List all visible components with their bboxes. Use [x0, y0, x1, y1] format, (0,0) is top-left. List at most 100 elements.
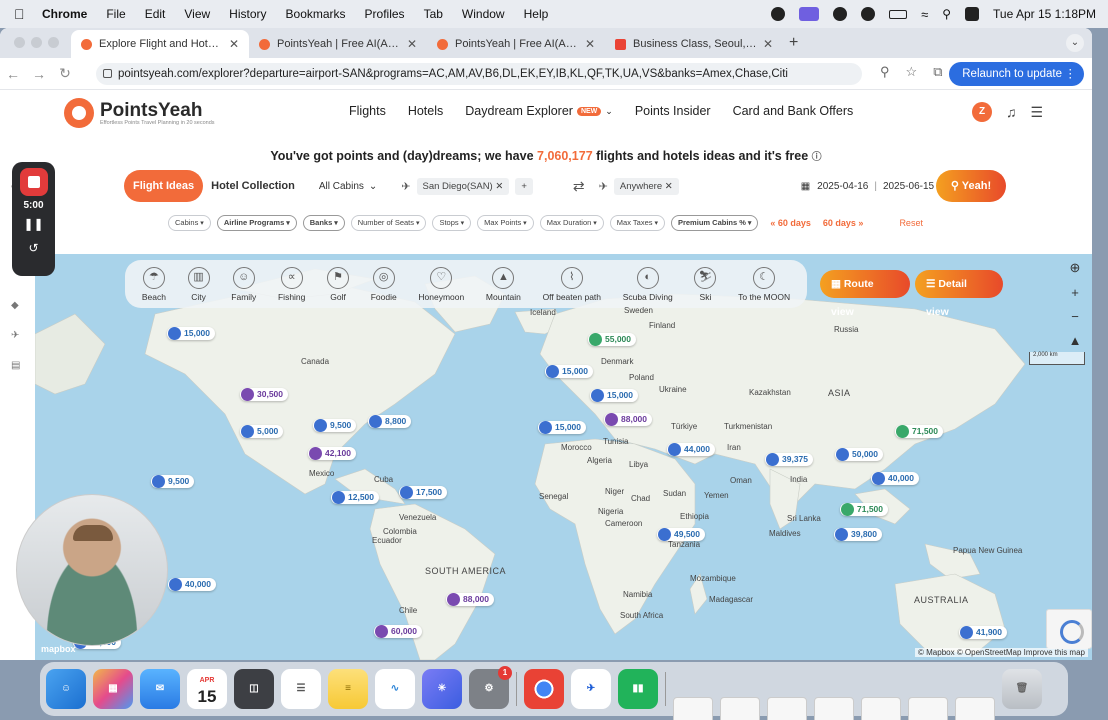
price-pin[interactable]: 71,500 [840, 503, 888, 516]
price-pin[interactable]: 41,900 [959, 626, 1007, 639]
category-city[interactable]: ▥ City [187, 266, 210, 302]
webcam-overlay[interactable] [16, 494, 168, 646]
extensions-icon[interactable]: ⧉ [933, 64, 942, 80]
zoom-icon[interactable]: ⚲ [880, 64, 890, 80]
wifi-icon[interactable]: ≈ [921, 7, 928, 22]
price-pin[interactable]: 15,000 [167, 327, 215, 340]
filter-airline-programs[interactable]: Airline Programs [216, 215, 297, 231]
price-pin[interactable]: 15,000 [545, 365, 593, 378]
swap-icon[interactable]: ⇄ [573, 178, 585, 195]
menu-help[interactable]: Help [524, 7, 549, 21]
prev-60-days-button[interactable]: « 60 days [770, 218, 811, 228]
settings-sliders-icon[interactable]: ☰ [1031, 104, 1044, 121]
hotel-collection-tab[interactable]: Hotel Collection [211, 170, 295, 202]
close-window-button[interactable] [14, 37, 25, 48]
screenshot-icon[interactable]: ◫ [234, 669, 274, 709]
price-pin[interactable]: 17,500 [399, 486, 447, 499]
close-tab-icon[interactable]: ✕ [585, 37, 595, 51]
price-pin[interactable]: 12,500 [331, 491, 379, 504]
dock-window-thumb[interactable] [955, 697, 995, 720]
zoom-in-button[interactable]: + [1065, 285, 1085, 300]
tab-pointsyeah-2[interactable]: PointsYeah | Free AI(All Inclus ✕ [427, 30, 605, 58]
category-beach[interactable]: ☂ Beach [142, 266, 166, 302]
nav-flights[interactable]: Flights [349, 104, 386, 118]
explorer-map[interactable]: ☂ Beach ▥ City ☺ Family ∝ Fishing ⚑ Golf ◎ Foo… [35, 254, 1092, 660]
geolocate-icon[interactable]: ⊕ [1065, 260, 1085, 276]
freeform-icon[interactable]: ∿ [375, 669, 415, 709]
dock-window-thumb[interactable] [720, 697, 760, 720]
price-pin[interactable]: 60,000 [374, 625, 422, 638]
zoom-out-button[interactable]: − [1065, 309, 1085, 324]
new-tab-button[interactable]: + [783, 34, 808, 58]
notification-bell-icon[interactable]: ♫ [1006, 104, 1017, 120]
menu-tab[interactable]: Tab [424, 7, 443, 21]
menu-app-name[interactable]: Chrome [42, 7, 87, 21]
forward-icon[interactable]: → [26, 66, 52, 82]
tab-pointsyeah-1[interactable]: PointsYeah | Free AI(All Inclus ✕ [249, 30, 427, 58]
menu-profiles[interactable]: Profiles [365, 7, 405, 21]
filter-cabins[interactable]: Cabins [168, 215, 211, 231]
stop-recording-button[interactable] [19, 168, 48, 196]
category-family[interactable]: ☺ Family [231, 266, 256, 302]
system-settings-icon[interactable]: ⚙ 1 [469, 666, 512, 709]
close-tab-icon[interactable]: ✕ [407, 37, 417, 51]
spotlight-search-icon[interactable]: ⚲ [942, 7, 951, 21]
tab-explore[interactable]: Explore Flight and Hotel deals ✕ [71, 30, 249, 58]
price-pin[interactable]: 44,000 [667, 443, 715, 456]
menubar-clock[interactable]: Tue Apr 15 1:18PM [993, 7, 1096, 21]
pause-icon[interactable]: ❚❚ [12, 217, 55, 231]
zoom-window-button[interactable] [48, 37, 59, 48]
compass-icon[interactable]: ▲ [1065, 333, 1085, 348]
mail-icon[interactable]: ✉ [140, 669, 180, 709]
filter-max-taxes[interactable]: Max Taxes [609, 215, 665, 231]
price-pin[interactable]: 9,500 [151, 475, 195, 488]
close-tab-icon[interactable]: ✕ [229, 37, 239, 51]
back-icon[interactable]: ← [0, 66, 26, 82]
filter-premium-cabins[interactable]: Premium Cabins % [670, 215, 759, 231]
price-pin[interactable]: 15,000 [538, 421, 586, 434]
price-pin[interactable]: 8,800 [368, 415, 412, 428]
numbers-icon[interactable]: ▮▮ [618, 669, 658, 709]
price-pin[interactable]: 50,000 [835, 448, 883, 461]
nav-daydream-explorer[interactable]: Daydream Explorer NEW ⌄ [465, 104, 613, 118]
filter-max-points[interactable]: Max Points [477, 215, 534, 231]
price-pin[interactable]: 5,000 [240, 425, 284, 438]
battery-icon[interactable] [889, 9, 908, 19]
filter-number-of-seats[interactable]: Number of Seats [350, 215, 427, 231]
flight-ideas-tab[interactable]: Flight Ideas [124, 170, 204, 202]
price-pin[interactable]: 88,000 [446, 593, 494, 606]
info-icon[interactable]: ⓘ [812, 152, 822, 163]
chrome-icon[interactable] [524, 669, 564, 709]
gear-status-icon[interactable] [771, 7, 786, 21]
category-honeymoon[interactable]: ♡ Honeymoon [418, 266, 464, 302]
price-pin[interactable]: 15,000 [590, 389, 638, 402]
price-pin[interactable]: 40,000 [871, 472, 919, 485]
price-pin[interactable]: 71,500 [895, 425, 943, 438]
category-foodie[interactable]: ◎ Foodie [371, 266, 397, 302]
tab-gmail[interactable]: Business Class, Seoul, So ✕ [605, 30, 783, 58]
screen-record-icon[interactable] [799, 7, 820, 21]
date-range-picker[interactable]: ▦ 2025-04-16 | 2025-06-15 [801, 181, 934, 192]
category-scuba-diving[interactable]: ◐ Scuba Diving [623, 266, 673, 302]
menu-window[interactable]: Window [462, 7, 505, 21]
filter-stops[interactable]: Stops [432, 215, 472, 231]
mapbox-logo[interactable]: mapbox [41, 644, 76, 654]
origin-chip[interactable]: San Diego(SAN) ✕ [416, 177, 510, 195]
minimize-window-button[interactable] [31, 37, 42, 48]
bell-icon[interactable]: ◆ [11, 300, 19, 311]
menu-bookmarks[interactable]: Bookmarks [286, 7, 346, 21]
bookmark-star-icon[interactable]: ☆ [906, 64, 918, 80]
add-origin-button[interactable]: + [515, 177, 533, 195]
nav-points-insider[interactable]: Points Insider [635, 104, 711, 118]
price-pin[interactable]: 9,500 [313, 419, 357, 432]
price-pin[interactable]: 88,000 [604, 413, 652, 426]
relaunch-button[interactable]: Relaunch to update [949, 62, 1084, 86]
category-to-the-moon[interactable]: ☾ To the MOON [738, 266, 790, 302]
price-pin[interactable]: 39,375 [765, 453, 813, 466]
perplexity-icon[interactable]: ✳ [422, 669, 462, 709]
price-pin[interactable]: 49,500 [657, 528, 705, 541]
price-pin[interactable]: 39,800 [834, 528, 882, 541]
price-pin[interactable]: 30,500 [240, 388, 288, 401]
flight-icon[interactable]: ✈ [11, 330, 19, 341]
dock-document-icon[interactable] [673, 697, 713, 720]
